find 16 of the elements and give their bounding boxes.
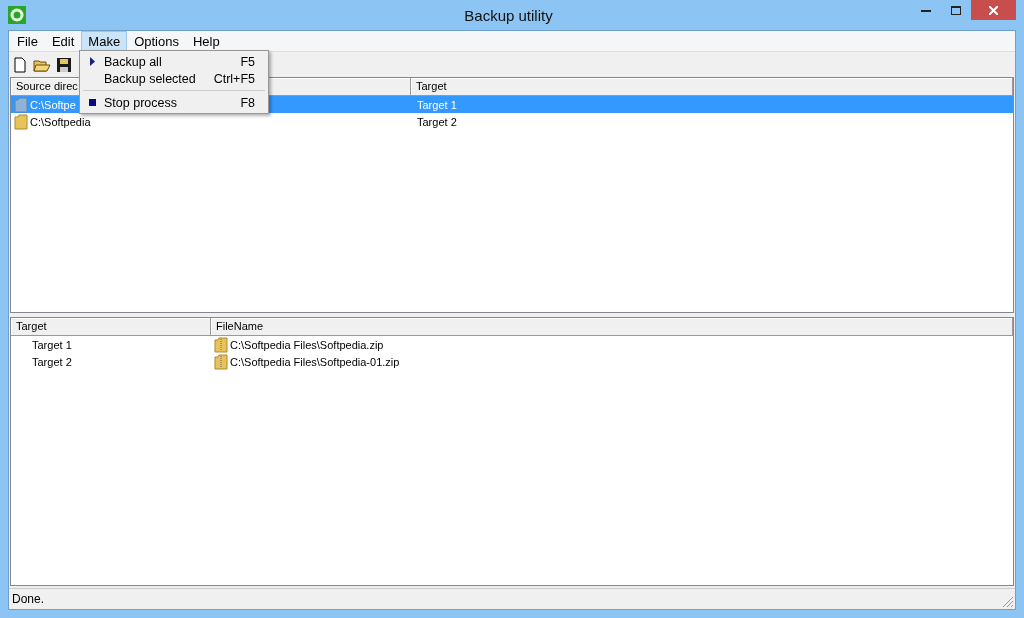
menu-option-label: Stop process xyxy=(104,95,178,110)
table-cell: C:\Softpedia xyxy=(30,115,91,128)
shortcut-text: F5 xyxy=(240,54,256,69)
table-cell: C:\Softpedia Files\Softpedia-01.zip xyxy=(230,355,400,368)
menu-option-label: Backup selected xyxy=(104,71,197,86)
table-cell: C:\Softpe xyxy=(30,98,76,111)
shortcut-text: F8 xyxy=(240,95,256,110)
menu-option-label: Backup all xyxy=(104,54,163,69)
table-cell: C:\Softpedia Files\Softpedia.zip xyxy=(230,338,384,351)
table-cell-text: Target 2 xyxy=(416,115,457,128)
status-text: Done. xyxy=(12,592,45,606)
table-cell-text: Target 1 xyxy=(31,338,73,351)
window-title: Backup utility xyxy=(463,6,554,24)
table-cell-text: Target 2 xyxy=(31,355,73,368)
table-cell-text: Target 1 xyxy=(416,98,457,111)
shortcut-text: Ctrl+F5 xyxy=(213,71,256,86)
